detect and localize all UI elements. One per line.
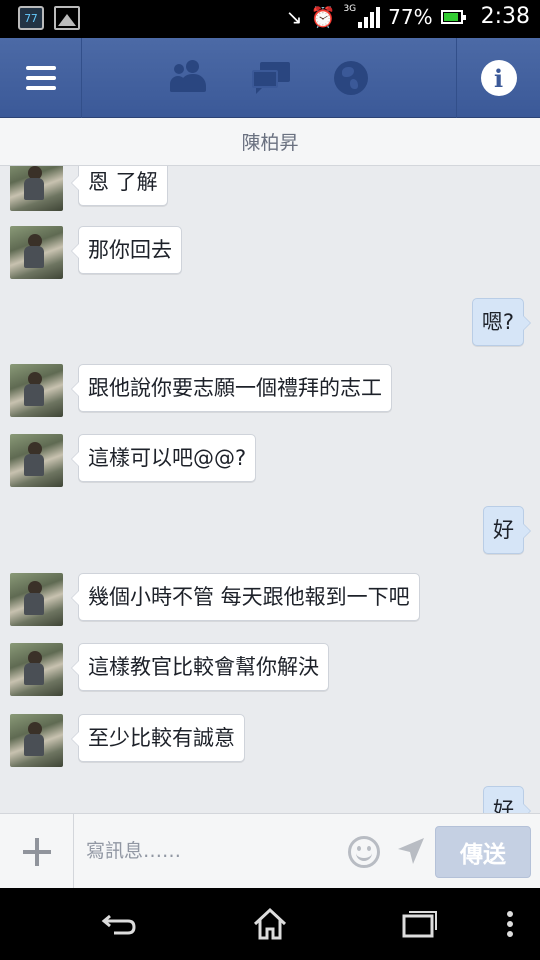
hamburger-icon (25, 66, 56, 90)
message-row: 那你回去 (10, 226, 182, 279)
message-row: 這樣可以吧@@? (10, 434, 257, 487)
friends-icon[interactable] (170, 58, 210, 98)
menu-button[interactable] (0, 38, 82, 118)
incoming-message[interactable]: 這樣可以吧@@? (70, 434, 257, 482)
gallery-notification-icon (54, 6, 80, 30)
message-row: 這樣教官比較會幫你解決 (10, 643, 329, 696)
top-navigation: i (0, 38, 540, 118)
plus-icon (22, 837, 51, 866)
info-button[interactable]: i (456, 38, 540, 118)
alarm-icon: ⏰ (310, 4, 336, 29)
avatar[interactable] (10, 643, 63, 696)
avatar[interactable] (10, 714, 63, 767)
overflow-menu-icon[interactable] (500, 904, 520, 944)
battery-percent: 77% (388, 4, 433, 29)
avatar[interactable] (10, 226, 63, 279)
system-navigation-bar (0, 888, 540, 960)
incoming-message[interactable]: 恩 了解 (71, 166, 168, 206)
globe-icon (334, 61, 368, 95)
outgoing-message[interactable]: 好 (483, 786, 531, 813)
message-row: 幾個小時不管 每天跟他報到一下吧 (10, 573, 420, 626)
message-row: 跟他說你要志願一個禮拜的志工 (10, 364, 392, 417)
vibrate-icon: ↘ (285, 4, 303, 29)
messages-icon[interactable] (252, 58, 292, 98)
add-attachment-button[interactable] (0, 814, 74, 889)
incoming-message[interactable]: 跟他說你要志願一個禮拜的志工 (71, 364, 392, 412)
avatar[interactable] (10, 166, 63, 211)
emoji-icon[interactable] (348, 836, 380, 868)
message-row: 好 (483, 506, 531, 554)
message-thread[interactable]: 恩 了解 那你回去 嗯? 跟他說你要志願一個禮拜的志工 這樣可以吧@@? 好 幾… (0, 166, 540, 813)
message-input[interactable] (76, 826, 341, 876)
location-icon[interactable] (396, 836, 426, 866)
signal-icon (358, 6, 381, 28)
incoming-message[interactable]: 幾個小時不管 每天跟他報到一下吧 (71, 573, 420, 621)
recent-apps-icon[interactable] (400, 904, 440, 944)
outgoing-message[interactable]: 嗯? (471, 298, 532, 346)
incoming-message[interactable]: 那你回去 (71, 226, 182, 274)
send-button[interactable]: 傳送 (435, 826, 531, 878)
network-type: 3G (343, 3, 357, 14)
avatar[interactable] (10, 434, 63, 487)
avatar[interactable] (10, 364, 63, 417)
notifications-tab[interactable] (334, 58, 374, 98)
outgoing-message[interactable]: 好 (483, 506, 531, 554)
home-icon[interactable] (250, 904, 290, 944)
battery-icon (440, 9, 466, 24)
message-row: 至少比較有誠意 (10, 714, 245, 767)
avatar[interactable] (10, 573, 63, 626)
status-bar: 77 ↘ ⏰ 3G 77% 2:38 (0, 0, 540, 38)
message-row: 嗯? (471, 298, 532, 346)
conversation-title: 陳柏昇 (0, 118, 540, 166)
clock: 2:38 (480, 4, 530, 29)
back-icon[interactable] (100, 904, 140, 944)
message-row: 恩 了解 (10, 166, 168, 211)
incoming-message[interactable]: 這樣教官比較會幫你解決 (71, 643, 329, 691)
notification-badge-icon: 77 (18, 6, 44, 30)
info-icon: i (480, 60, 517, 96)
incoming-message[interactable]: 至少比較有誠意 (71, 714, 245, 762)
message-row: 好 (483, 786, 531, 813)
message-composer: 傳送 (0, 813, 540, 889)
